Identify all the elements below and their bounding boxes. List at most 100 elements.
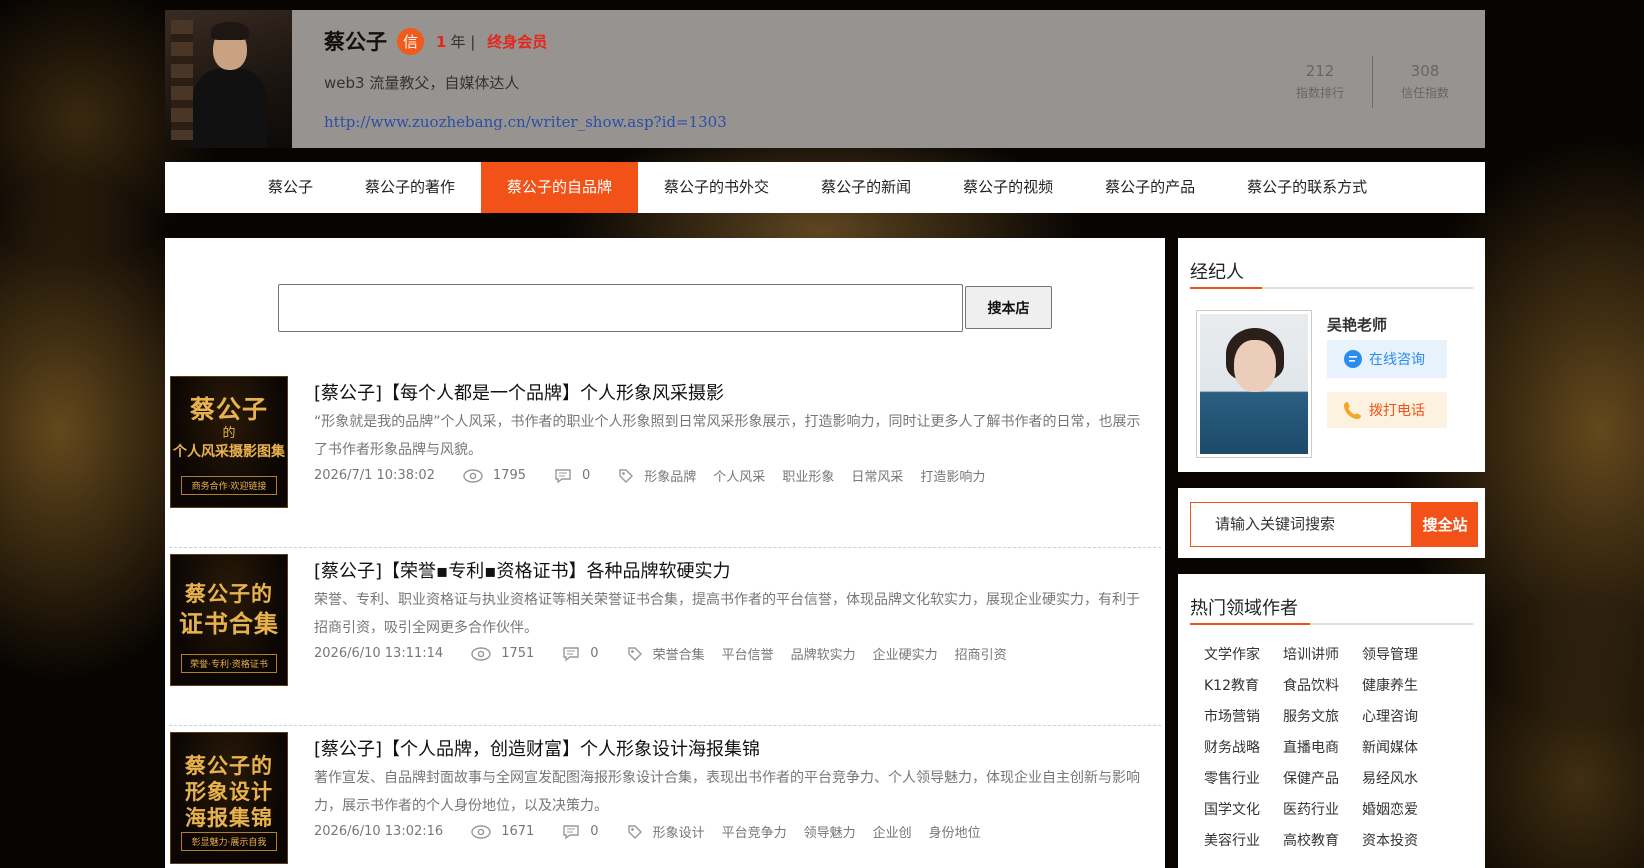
- hot-category-link[interactable]: 新闻媒体: [1362, 739, 1441, 757]
- hot-category-link[interactable]: 直播电商: [1283, 739, 1362, 757]
- site-search-box: 请输入关键词搜索 搜全站: [1178, 488, 1485, 558]
- article-comments: 0: [590, 646, 599, 661]
- comment-icon: [562, 646, 580, 662]
- article-views: 1671: [501, 824, 535, 839]
- hot-category-link[interactable]: 市场营销: [1204, 708, 1283, 726]
- chat-icon: [1344, 350, 1362, 368]
- article-title-link[interactable]: [蔡公子]【荣誉▪专利▪资格证书】各种品牌软硬实力: [314, 557, 730, 583]
- article-tag[interactable]: 个人风采: [713, 466, 765, 485]
- author-url-link[interactable]: http://www.zuozhebang.cn/writer_show.asp…: [324, 113, 1485, 131]
- hot-category-link[interactable]: 医药行业: [1283, 801, 1362, 819]
- call-phone-button[interactable]: 拨打电话: [1327, 392, 1447, 428]
- main-content: 搜本店 蔡公子 的 个人风采摄影图集 商务合作·欢迎链接 [蔡公子]【每个人都是…: [165, 238, 1165, 868]
- thumb-title: 蔡公子: [189, 395, 268, 424]
- article-tag[interactable]: 品牌软实力: [791, 644, 856, 663]
- hot-category-link[interactable]: 美容行业: [1204, 832, 1283, 850]
- nav-works[interactable]: 蔡公子的著作: [339, 162, 481, 213]
- article-description: “形象就是我的品牌”个人风采，书作者的职业个人形象照到日常风采形象展示，打造影响…: [314, 414, 1141, 458]
- tag-icon: [618, 468, 634, 484]
- stat-rank-value: 212: [1305, 62, 1335, 80]
- hot-category-link[interactable]: 资本投资: [1362, 832, 1441, 850]
- nav-news[interactable]: 蔡公子的新闻: [795, 162, 937, 213]
- article-comments: 0: [590, 824, 599, 839]
- hot-category-link[interactable]: 保健产品: [1283, 770, 1362, 788]
- agent-box-title: 经纪人: [1190, 262, 1244, 283]
- article-divider: [169, 725, 1161, 726]
- site-search-input[interactable]: 请输入关键词搜索: [1190, 502, 1412, 547]
- article-comments: 0: [582, 468, 591, 483]
- hot-category-link[interactable]: 财务战略: [1204, 739, 1283, 757]
- nav-book-diplomacy[interactable]: 蔡公子的书外交: [638, 162, 795, 213]
- nav-contact[interactable]: 蔡公子的联系方式: [1221, 162, 1393, 213]
- article-item: 蔡公子的 证书合集 荣誉·专利·资格证书 [蔡公子]【荣誉▪专利▪资格证书】各种…: [165, 554, 1165, 732]
- article-tag[interactable]: 平台竞争力: [722, 822, 787, 841]
- membership-years: 1年 |: [436, 31, 475, 52]
- article-tag[interactable]: 领导魅力: [804, 822, 856, 841]
- online-consult-label: 在线咨询: [1369, 352, 1425, 368]
- article-tag[interactable]: 身份地位: [929, 822, 981, 841]
- article-tag[interactable]: 形象设计: [653, 822, 705, 841]
- thumb-subtitle: 个人风采摄影图集: [173, 444, 285, 460]
- hot-category-link[interactable]: 高校教育: [1283, 832, 1362, 850]
- nav-videos[interactable]: 蔡公子的视频: [937, 162, 1079, 213]
- online-consult-button[interactable]: 在线咨询: [1327, 340, 1447, 378]
- hot-category-link[interactable]: 服务文旅: [1283, 708, 1362, 726]
- author-stats: 212 指数排行 308 信任指数: [1278, 56, 1467, 108]
- article-meta: 2026/6/10 13:11:14 1751 0 荣誉合集 平台信誉 品牌软实…: [314, 644, 1024, 663]
- store-search: 搜本店: [278, 284, 1052, 332]
- thumb-small: 形象设计: [185, 779, 273, 804]
- article-item: 蔡公子的 形象设计 海报集锦 彰显魅力·展示自我 [蔡公子]【个人品牌，创造财富…: [165, 732, 1165, 868]
- article-tag[interactable]: 形象品牌: [644, 466, 696, 485]
- article-thumbnail[interactable]: 蔡公子 的 个人风采摄影图集 商务合作·欢迎链接: [170, 376, 288, 508]
- nav-self-brand[interactable]: 蔡公子的自品牌: [481, 162, 639, 213]
- hot-category-link[interactable]: 文学作家: [1204, 646, 1283, 664]
- hot-authors-title: 热门领域作者: [1190, 598, 1298, 619]
- agent-photo: [1196, 310, 1312, 458]
- article-title-link[interactable]: [蔡公子]【个人品牌，创造财富】个人形象设计海报集锦: [314, 735, 760, 761]
- article-tag[interactable]: 招商引资: [955, 644, 1007, 663]
- stat-rank-label: 指数排行: [1295, 86, 1344, 100]
- article-thumbnail[interactable]: 蔡公子的 形象设计 海报集锦 彰显魅力·展示自我: [170, 732, 288, 864]
- hot-category-link[interactable]: 易经风水: [1362, 770, 1441, 788]
- article-date: 2026/6/10 13:02:16: [314, 824, 444, 839]
- article-date: 2026/6/10 13:11:14: [314, 646, 444, 661]
- hot-category-link[interactable]: 健康养生: [1362, 677, 1441, 695]
- thumb-tagline: 彰显魅力·展示自我: [181, 832, 277, 851]
- article-tag[interactable]: 平台信誉: [722, 644, 774, 663]
- stat-trust-value: 308: [1410, 62, 1440, 80]
- author-nav: 蔡公子 蔡公子的著作 蔡公子的自品牌 蔡公子的书外交 蔡公子的新闻 蔡公子的视频…: [165, 162, 1485, 213]
- article-tag[interactable]: 日常风采: [851, 466, 903, 485]
- nav-home[interactable]: 蔡公子: [242, 162, 339, 213]
- store-search-input[interactable]: [278, 284, 963, 332]
- article-meta: 2026/6/10 13:02:16 1671 0 形象设计 平台竞争力 领导魅…: [314, 822, 998, 841]
- hot-category-link[interactable]: 领导管理: [1362, 646, 1441, 664]
- hot-category-link[interactable]: 零售行业: [1204, 770, 1283, 788]
- thumb-tagline: 商务合作·欢迎链接: [181, 476, 277, 495]
- site-search-button[interactable]: 搜全站: [1412, 502, 1478, 547]
- article-tag[interactable]: 职业形象: [782, 466, 834, 485]
- hot-category-link[interactable]: K12教育: [1204, 677, 1283, 695]
- nav-products[interactable]: 蔡公子的产品: [1079, 162, 1221, 213]
- thumb-title: 蔡公子的: [185, 581, 273, 606]
- article-date: 2026/7/1 10:38:02: [314, 468, 435, 483]
- eye-icon: [471, 824, 491, 839]
- article-tag[interactable]: 荣誉合集: [653, 644, 705, 663]
- author-avatar[interactable]: [165, 10, 292, 148]
- article-tag[interactable]: 企业硬实力: [873, 644, 938, 663]
- store-search-button[interactable]: 搜本店: [965, 286, 1052, 329]
- article-tag[interactable]: 打造影响力: [920, 466, 985, 485]
- article-title-link[interactable]: [蔡公子]【每个人都是一个品牌】个人形象风采摄影: [314, 379, 724, 405]
- hot-category-link[interactable]: 培训讲师: [1283, 646, 1362, 664]
- hot-categories: 文学作家 培训讲师 领导管理 K12教育 食品饮料 健康养生 市场营销 服务文旅…: [1204, 646, 1441, 850]
- hot-category-link[interactable]: 婚姻恋爱: [1362, 801, 1441, 819]
- hot-category-link[interactable]: 食品饮料: [1283, 677, 1362, 695]
- article-tag[interactable]: 企业创: [873, 822, 912, 841]
- hot-category-link[interactable]: 国学文化: [1204, 801, 1283, 819]
- thumb-tagline: 荣誉·专利·资格证书: [181, 654, 277, 673]
- eye-icon: [471, 646, 491, 661]
- tag-icon: [627, 824, 643, 840]
- article-thumbnail[interactable]: 蔡公子的 证书合集 荣誉·专利·资格证书: [170, 554, 288, 686]
- thumb-title: 蔡公子的: [185, 753, 273, 778]
- hot-category-link[interactable]: 心理咨询: [1362, 708, 1441, 726]
- credit-badge-icon: 信: [397, 27, 424, 55]
